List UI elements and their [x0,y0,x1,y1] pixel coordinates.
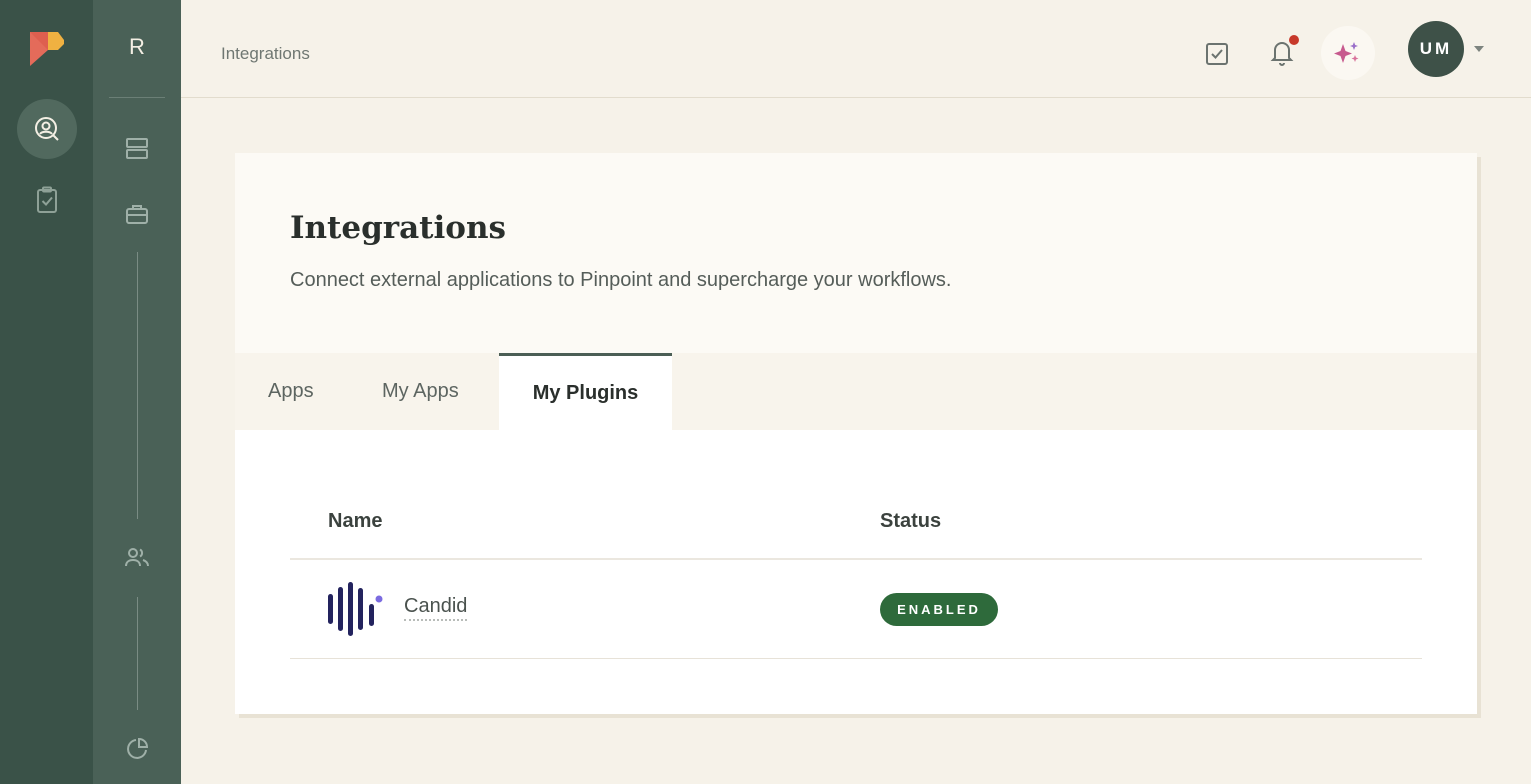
tasks-rail-button[interactable] [17,170,77,230]
user-avatar[interactable]: UM [1408,21,1464,77]
chevron-down-icon[interactable] [1474,46,1484,52]
tasks-button[interactable] [1203,40,1231,68]
candid-logo-icon [328,582,383,636]
team-button[interactable] [121,541,153,573]
tab-my-apps[interactable]: My Apps [382,353,459,430]
clipboard-check-icon [37,186,57,213]
notification-dot [1289,35,1299,45]
briefcase-icon [126,205,148,224]
reports-button[interactable] [121,733,153,765]
row-divider [290,658,1422,659]
app-name-link[interactable]: Candid [404,595,468,621]
rail-divider [109,97,165,98]
ai-assistant-button[interactable] [1321,26,1375,80]
status-badge: ENABLED [880,593,998,626]
candidate-search-button[interactable] [17,99,77,159]
page-subtitle: Connect external applications to Pinpoin… [290,269,952,291]
sparkles-icon [1334,42,1359,63]
integrations-card: Integrations Connect external applicatio… [235,153,1477,714]
user-search-icon [35,117,59,141]
pie-chart-icon [127,737,149,759]
rail-connector-line [137,252,138,519]
stack-icon [126,138,148,159]
card-header: Integrations Connect external applicatio… [235,153,1477,354]
tab-apps[interactable]: Apps [268,353,314,430]
rail-connector-line-2 [137,597,138,710]
table-row[interactable]: Candid ENABLED [290,559,1422,657]
jobs-button[interactable] [121,198,153,230]
column-header-name: Name [328,510,383,532]
workspace-initial[interactable]: R [93,34,181,60]
jobs-list-button[interactable] [121,132,153,164]
tab-my-plugins[interactable]: My Plugins [499,353,672,430]
pinpoint-logo[interactable] [28,30,66,66]
breadcrumb[interactable]: Integrations [221,44,310,64]
page-title: Integrations [290,210,506,246]
users-icon [125,548,149,567]
column-header-status: Status [880,510,942,532]
checkbox-checked-icon [1206,43,1228,65]
tab-bar: Apps My Apps My Plugins [235,353,1477,430]
